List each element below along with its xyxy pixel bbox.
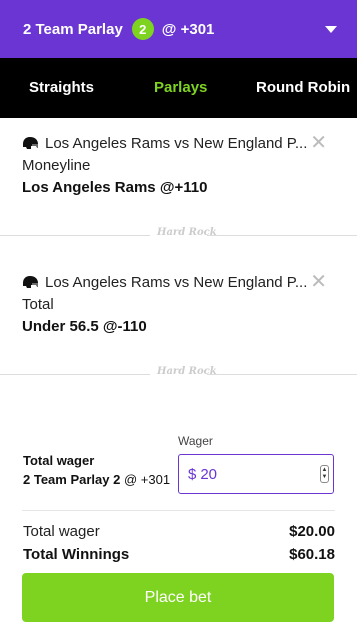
stepper-up-icon[interactable]: ▲ (322, 467, 328, 474)
wager-field-label: Wager (178, 434, 213, 448)
total-winnings-label: Total Winnings (23, 546, 130, 563)
bet-type-title: 2 Team Parlay (23, 20, 123, 38)
helmet-icon (23, 136, 38, 149)
stepper-down-icon[interactable]: ▼ (322, 474, 328, 481)
bet-slip-header[interactable]: 2 Team Parlay 2 @ +301 (0, 0, 357, 58)
chevron-down-icon[interactable] (325, 26, 337, 33)
hard-rock-logo: Hard Rock (157, 227, 217, 238)
divider: Hard Rock (0, 227, 357, 243)
wager-value[interactable]: 20 (200, 466, 217, 483)
currency-symbol: $ (188, 465, 197, 483)
tab-round-robin[interactable]: Round Robin (256, 79, 350, 96)
hard-rock-logo: Hard Rock (157, 366, 217, 377)
market-name: Moneyline (22, 157, 91, 174)
wager-stepper[interactable]: ▲ ▼ (320, 465, 329, 483)
helmet-icon (23, 275, 38, 288)
wager-parlay-info: 2 Team Parlay 2 @ +301 (23, 472, 170, 487)
divider: Hard Rock (0, 366, 357, 382)
total-wager-value: $20.00 (289, 523, 335, 540)
wager-parlay-odds: @ +301 (123, 472, 171, 487)
bet-type-tabs: Straights Parlays Round Robin (0, 58, 357, 118)
selection-pick: Los Angeles Rams @+110 (22, 179, 208, 196)
selection-count-badge: 2 (131, 18, 154, 40)
wager-title: Total wager (23, 453, 95, 468)
wager-input[interactable]: $ 20 ▲ ▼ (178, 454, 334, 494)
selection-card: Los Angeles Rams vs New England P... Mon… (22, 133, 337, 196)
event-name: Los Angeles Rams vs New England P... (45, 134, 308, 152)
divider (22, 510, 335, 511)
tab-parlays[interactable]: Parlays (154, 79, 207, 96)
remove-selection-close-icon[interactable]: ✕ (310, 272, 327, 292)
wager-parlay-name: 2 Team Parlay 2 (23, 472, 121, 487)
selection-pick: Under 56.5 @-110 (22, 318, 147, 335)
selection-card: Los Angeles Rams vs New England P... Tot… (22, 272, 337, 335)
parlay-odds: @ +301 (161, 20, 215, 38)
market-name: Total (22, 296, 54, 313)
tab-straights[interactable]: Straights (29, 79, 94, 96)
total-wager-label: Total wager (23, 523, 100, 540)
place-bet-button[interactable]: Place bet (22, 573, 334, 622)
total-winnings-value: $60.18 (289, 546, 335, 563)
total-wager-row: Total wager $20.00 (23, 523, 335, 540)
remove-selection-close-icon[interactable]: ✕ (310, 133, 327, 153)
total-winnings-row: Total Winnings $60.18 (23, 546, 335, 563)
event-name: Los Angeles Rams vs New England P... (45, 273, 308, 291)
